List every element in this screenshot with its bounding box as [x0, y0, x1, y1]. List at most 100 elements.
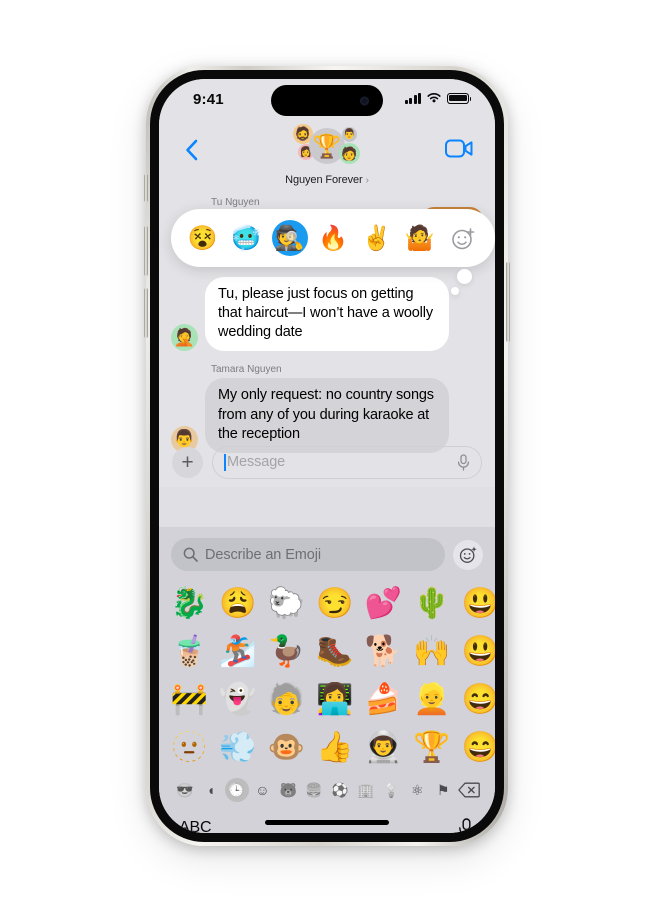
message-composer: + Message — [159, 437, 495, 487]
emoji-cell[interactable]: 😃 — [456, 628, 495, 676]
navigation-bar: 🧔 👩 🏆 👨 🧑 Nguyen Forever › — [159, 123, 495, 193]
emoji-cell[interactable]: 🌵 — [408, 580, 457, 628]
volume-up-button[interactable] — [144, 226, 148, 276]
abc-key[interactable]: ABC — [179, 819, 212, 833]
category-objects[interactable]: 💡 — [380, 778, 404, 802]
emoji-cell[interactable]: 🧋 — [165, 628, 214, 676]
emoji-cell[interactable]: 😄 — [456, 676, 495, 724]
category-stickers[interactable]: ◖ — [199, 778, 223, 802]
phone-screen: 9:41 🧔 👩 🏆 👨 🧑 Nguyen Forever › Tu Nguye… — [159, 79, 495, 833]
emoji-row: 🐉 😩 🐑 😏 💕 🌵 😃 — [159, 580, 495, 628]
emoji-cell[interactable]: 👱 — [408, 676, 457, 724]
tapback-option-3[interactable]: 🔥 — [315, 220, 351, 256]
emoji-cell[interactable]: 👨‍🚀 — [359, 724, 408, 772]
emoji-cell[interactable]: 🐕 — [359, 628, 408, 676]
emoji-cell[interactable]: 🐵 — [262, 724, 311, 772]
iphone-device-frame: 9:41 🧔 👩 🏆 👨 🧑 Nguyen Forever › Tu Nguye… — [144, 66, 510, 846]
text-caret — [224, 453, 226, 471]
tapback-reaction-picker[interactable]: 😵 🥶 🕵️ 🔥 ✌️ 🤷 — [171, 209, 495, 267]
emoji-cell[interactable]: 😄 — [456, 724, 495, 772]
backspace-icon[interactable] — [457, 778, 481, 802]
tapback-tail-dot-large — [457, 269, 472, 284]
battery-icon — [447, 92, 472, 104]
emoji-cell[interactable]: 💨 — [214, 724, 263, 772]
cellular-bars-icon — [404, 92, 421, 104]
emoji-row: 🚧 👻 🧓 👩‍💻 🍰 👱 😄 — [159, 676, 495, 724]
emoji-cell[interactable]: 👍 — [311, 724, 360, 772]
device-bezel: 9:41 🧔 👩 🏆 👨 🧑 Nguyen Forever › Tu Nguye… — [150, 70, 504, 842]
message-sender-label: Tamara Nguyen — [211, 364, 282, 376]
emoji-cell[interactable]: 🏆 — [408, 724, 457, 772]
front-camera-icon — [360, 96, 369, 105]
volume-down-button[interactable] — [144, 288, 148, 338]
dictation-icon[interactable] — [458, 817, 475, 834]
emoji-cell[interactable]: 🥾 — [311, 628, 360, 676]
emoji-cell[interactable]: 🐑 — [262, 580, 311, 628]
message-row-1: 🤦 Tu, please just focus on getting that … — [159, 277, 495, 352]
add-reaction-icon[interactable] — [445, 220, 481, 256]
emoji-row: 🫥 💨 🐵 👍 👨‍🚀 🏆 😄 — [159, 724, 495, 772]
action-button[interactable] — [144, 174, 148, 202]
category-animals[interactable]: 🐻 — [276, 778, 300, 802]
home-indicator[interactable] — [265, 820, 389, 825]
emoji-cell[interactable]: 🍰 — [359, 676, 408, 724]
emoji-cell[interactable]: 🙌 — [408, 628, 457, 676]
wifi-icon — [427, 93, 441, 103]
emoji-search-placeholder: Describe an Emoji — [205, 546, 321, 563]
tapback-option-2[interactable]: 🕵️ — [271, 220, 308, 256]
status-time: 9:41 — [193, 91, 224, 108]
emoji-cell[interactable]: 💕 — [359, 580, 408, 628]
tapback-option-0[interactable]: 😵 — [185, 220, 221, 256]
emoji-cell[interactable]: 🧓 — [262, 676, 311, 724]
avatar-member-3: 👨 — [342, 127, 357, 142]
emoji-cell[interactable]: 🐉 — [165, 580, 214, 628]
avatar-member-4: 🧑 — [339, 143, 360, 164]
emoji-cell[interactable]: 🚧 — [165, 676, 214, 724]
emoji-cell[interactable]: 😃 — [456, 580, 495, 628]
emoji-search-row: Describe an Emoji — [159, 527, 495, 578]
power-button[interactable] — [506, 262, 510, 342]
add-attachment-button[interactable]: + — [172, 446, 203, 478]
emoji-cell[interactable]: 🦆 — [262, 628, 311, 676]
tapback-tail-dot-small — [451, 287, 459, 295]
screenshot-canvas: 9:41 🧔 👩 🏆 👨 🧑 Nguyen Forever › Tu Nguye… — [0, 0, 653, 914]
category-food[interactable]: 🍔 — [302, 778, 326, 802]
emoji-cell[interactable]: 🫥 — [165, 724, 214, 772]
emoji-cell[interactable]: 👩‍💻 — [311, 676, 360, 724]
emoji-keyboard: Describe an Emoji 🐉 😩 🐑 😏 💕 🌵 😃 🧋 🏂 🦆 🥾 … — [159, 527, 495, 833]
genmoji-button[interactable] — [453, 539, 483, 570]
emoji-cell[interactable]: 😏 — [311, 580, 360, 628]
group-conversation-header[interactable]: 🧔 👩 🏆 👨 🧑 Nguyen Forever › — [257, 123, 397, 186]
tapback-option-4[interactable]: ✌️ — [358, 220, 394, 256]
category-recents[interactable]: 🕒 — [224, 778, 249, 802]
magnifier-icon — [183, 547, 198, 562]
message-input[interactable]: Message — [212, 445, 482, 479]
message-avatar[interactable]: 🤦 — [171, 324, 198, 352]
emoji-search-input[interactable]: Describe an Emoji — [171, 538, 445, 571]
message-list: 🤦 Tu, please just focus on getting that … — [159, 277, 495, 453]
message-bubble[interactable]: Tu, please just focus on getting that ha… — [205, 277, 449, 352]
category-symbols[interactable]: ⚛ — [405, 778, 429, 802]
group-name-label: Nguyen Forever — [285, 174, 363, 186]
status-bar: 9:41 — [159, 79, 495, 123]
message-placeholder: Message — [227, 454, 286, 470]
facetime-button[interactable] — [445, 139, 473, 158]
category-flags[interactable]: ⚑ — [431, 778, 455, 802]
emoji-cell[interactable]: 🏂 — [214, 628, 263, 676]
dynamic-island — [271, 85, 383, 116]
tapback-option-1[interactable]: 🥶 — [228, 220, 264, 256]
category-smileys[interactable]: ☺ — [250, 778, 274, 802]
chevron-right-icon: › — [365, 174, 369, 186]
tapback-option-5[interactable]: 🤷 — [402, 220, 438, 256]
category-memoji[interactable]: 😎 — [173, 778, 197, 802]
category-activity[interactable]: ⚽ — [328, 778, 352, 802]
microphone-icon[interactable] — [457, 453, 470, 471]
conversation-area: Tu Nguyen 😵 🥶 🕵️ 🔥 ✌️ 🤷 🤦 Tu, please jus… — [159, 193, 495, 487]
group-name-row[interactable]: Nguyen Forever › — [257, 174, 397, 186]
emoji-cell[interactable]: 😩 — [214, 580, 263, 628]
group-avatar-cluster[interactable]: 🧔 👩 🏆 👨 🧑 — [293, 124, 360, 172]
back-button[interactable] — [181, 137, 203, 163]
category-travel[interactable]: 🏢 — [354, 778, 378, 802]
emoji-row: 🧋 🏂 🦆 🥾 🐕 🙌 😃 — [159, 628, 495, 676]
emoji-cell[interactable]: 👻 — [214, 676, 263, 724]
